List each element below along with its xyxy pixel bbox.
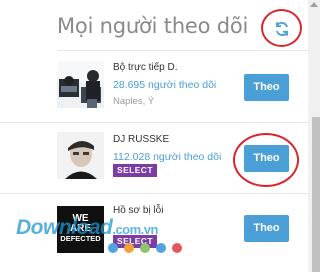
panel-title: Mọi người theo dõi: [57, 14, 249, 38]
watermark-text: Download: [16, 216, 113, 239]
annotation-circle: [233, 133, 299, 187]
watermark-dot: [124, 243, 134, 253]
follow-button[interactable]: Theo: [244, 215, 289, 242]
refresh-button[interactable]: [261, 9, 302, 47]
account-name[interactable]: DJ RUSSKE: [113, 134, 169, 145]
watermark-tld: .com.vn: [112, 222, 158, 237]
watermark-dot: [156, 243, 166, 253]
watermark: Download.com.vn: [16, 216, 158, 240]
account-location: Naples, Ý: [113, 96, 155, 107]
follow-button[interactable]: Theo: [244, 74, 289, 101]
watermark-dot: [108, 243, 118, 253]
watermark-dot: [172, 243, 182, 253]
follower-count: 112.028 người theo dõi: [113, 151, 222, 163]
list-item-account-1: Bộ trực tiếp D. 28.695 người theo dõi Na…: [0, 52, 308, 122]
select-badge: SELECT: [113, 164, 157, 177]
account-name[interactable]: Hồ sơ bị lỗi: [113, 205, 163, 216]
watermark-dot: [140, 243, 150, 253]
panel-header: Mọi người theo dõi: [0, 0, 308, 52]
refresh-icon: [276, 22, 288, 36]
account-name[interactable]: Bộ trực tiếp D.: [113, 62, 178, 73]
scrollbar-thumb[interactable]: [312, 117, 320, 272]
follower-count: 28.695 người theo dõi: [113, 79, 217, 91]
header-divider: [57, 50, 308, 51]
scroll-up-arrow[interactable]: [310, 2, 318, 7]
avatar[interactable]: [57, 61, 104, 108]
avatar[interactable]: [57, 132, 104, 179]
follow-suggestions-panel: Mọi người theo dõi Bộ trực tiếp D. 28.69…: [0, 0, 308, 272]
